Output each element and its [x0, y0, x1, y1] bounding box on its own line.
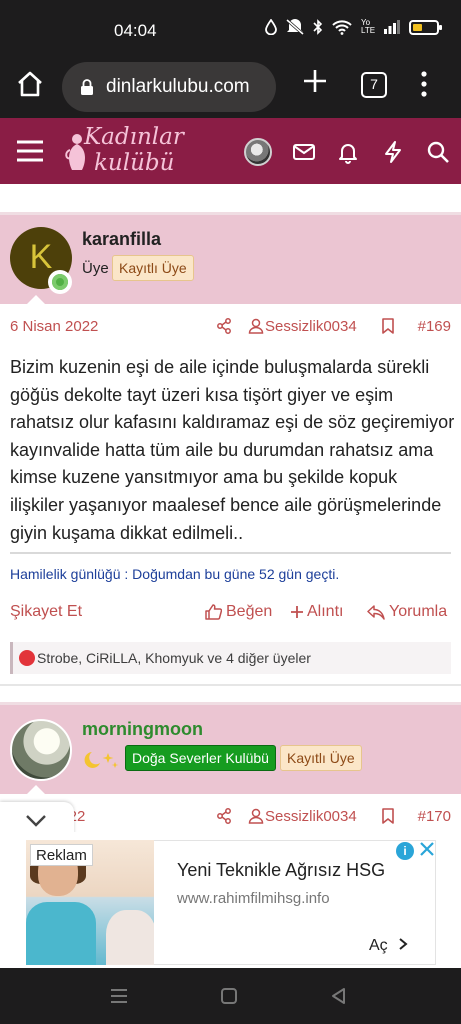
bookmark-icon[interactable]: [382, 318, 394, 334]
report-button[interactable]: Şikayet Et: [10, 603, 82, 621]
back-icon[interactable]: [330, 987, 346, 1005]
reactions-text: Strobe, CiRiLLA, Khomyuk ve 4 diğer üyel…: [37, 650, 311, 666]
like-button[interactable]: Beğen: [205, 603, 272, 621]
mute-icon: [286, 19, 304, 35]
recent-apps-icon[interactable]: [110, 988, 128, 1004]
home-nav-icon[interactable]: [220, 987, 238, 1005]
status-bar: 04:04 Yo LTE: [0, 0, 461, 56]
browser-toolbar: dinlarkulubu.com 7: [0, 56, 461, 118]
post-pointer: [24, 295, 48, 307]
ad-url: www.rahimfilmihsg.info: [177, 890, 330, 907]
hamburger-menu-icon[interactable]: [16, 139, 44, 163]
user-icon: [248, 808, 264, 824]
site-header: Kadınlar kulübü: [0, 118, 461, 184]
post-separator: [0, 684, 461, 686]
reply-icon: [367, 604, 385, 620]
club-badge: Doğa Severler Kulübü: [125, 745, 276, 771]
chevron-right-icon: [399, 938, 408, 950]
reactions-bar[interactable]: Strobe, CiRiLLA, Khomyuk ve 4 diğer üyel…: [10, 642, 451, 674]
bookmark-icon[interactable]: [382, 808, 394, 824]
author-name[interactable]: karanfilla: [82, 229, 161, 250]
lock-icon: [81, 79, 93, 95]
share-icon[interactable]: [216, 318, 232, 334]
thumbs-up-icon: [205, 604, 222, 620]
post-body: Bizim kuzenin eşi de aile içinde buluşma…: [10, 357, 455, 543]
battery-icon: [409, 19, 442, 35]
site-logo[interactable]: Kadınlar kulübü: [64, 124, 194, 180]
author-avatar[interactable]: [10, 719, 72, 781]
viewer-username[interactable]: Sessizlik0034: [265, 808, 357, 825]
ad-open-button[interactable]: Aç: [369, 937, 408, 955]
post-pointer: [24, 785, 48, 797]
signature-divider: [10, 552, 451, 554]
lightning-icon[interactable]: [381, 140, 405, 164]
close-icon[interactable]: [418, 840, 436, 858]
post-actions: Şikayet Et Beğen Alıntı Yorumla: [0, 599, 461, 627]
ad-title[interactable]: Yeni Teknikle Ağrısız HSG: [177, 860, 385, 881]
member-badge: Kayıtlı Üye: [112, 255, 194, 281]
user-avatar[interactable]: [244, 138, 272, 166]
post-169-header: K karanfilla Üye Kayıtlı Üye: [0, 212, 461, 307]
post-number[interactable]: #169: [418, 318, 451, 335]
author-role: Üye: [82, 260, 109, 277]
bluetooth-icon: [313, 19, 323, 35]
post-number[interactable]: #170: [418, 808, 451, 825]
viewer-username[interactable]: Sessizlik0034: [265, 318, 357, 335]
ad-image-patient: [106, 910, 154, 965]
wifi-icon: [332, 20, 352, 35]
home-icon[interactable]: [16, 70, 44, 98]
url-bar[interactable]: dinlarkulubu.com: [62, 62, 276, 112]
post-date[interactable]: 6 Nisan 2022: [10, 318, 98, 335]
chevron-down-icon: [26, 815, 46, 827]
author-name[interactable]: morningmoon: [82, 719, 203, 740]
ad-info-icon[interactable]: i: [396, 842, 414, 860]
post-signature: Hamilelik günlüğü : Doğumdan bu güne 52 …: [10, 566, 340, 582]
user-icon: [248, 318, 264, 334]
tab-switcher-button[interactable]: 7: [361, 72, 387, 98]
status-icons: Yo LTE: [265, 18, 442, 35]
logo-line-1: Kadınlar: [84, 124, 184, 150]
url-text: dinlarkulubu.com: [106, 76, 250, 97]
reaction-icon: [19, 650, 35, 666]
like-label: Beğen: [226, 603, 273, 620]
screen: 04:04 Yo LTE dinlarkulubu.com 7 Kadınlar…: [0, 0, 461, 1024]
status-time: 04:04: [114, 21, 157, 40]
report-label: Şikayet Et: [10, 603, 83, 620]
ad-cta-label: Aç: [369, 937, 388, 954]
logo-line-2: kulübü: [94, 150, 175, 176]
network-label: Yo LTE: [361, 18, 376, 35]
quote-label: Alıntı: [307, 603, 344, 620]
signal-icon: [384, 20, 400, 34]
quote-button[interactable]: Alıntı: [291, 603, 343, 621]
ad-label: Reklam: [30, 844, 93, 866]
reply-button[interactable]: Yorumla: [367, 603, 447, 621]
online-status-icon: [48, 270, 72, 294]
member-badge: Kayıtlı Üye: [280, 745, 362, 771]
drop-icon: [265, 19, 277, 35]
more-vert-icon[interactable]: [418, 70, 430, 98]
plus-icon: [291, 606, 303, 618]
system-navigation-bar: [0, 968, 461, 1024]
ad-banner[interactable]: Reklam Yeni Teknikle Ağrısız HSG www.rah…: [0, 832, 461, 968]
reply-label: Yorumla: [389, 603, 448, 620]
moon-stars-icon: [84, 752, 119, 768]
mail-icon[interactable]: [292, 140, 316, 164]
new-tab-icon[interactable]: [302, 68, 328, 94]
post-170-header: morningmoon Doğa Severler Kulübü Kayıtlı…: [0, 702, 461, 797]
share-icon[interactable]: [216, 808, 232, 824]
ad-image-body: [26, 902, 96, 965]
bell-icon[interactable]: [336, 140, 360, 164]
post-169-meta: 6 Nisan 2022 Sessizlik0034 #169: [0, 312, 461, 342]
search-icon[interactable]: [426, 140, 450, 164]
